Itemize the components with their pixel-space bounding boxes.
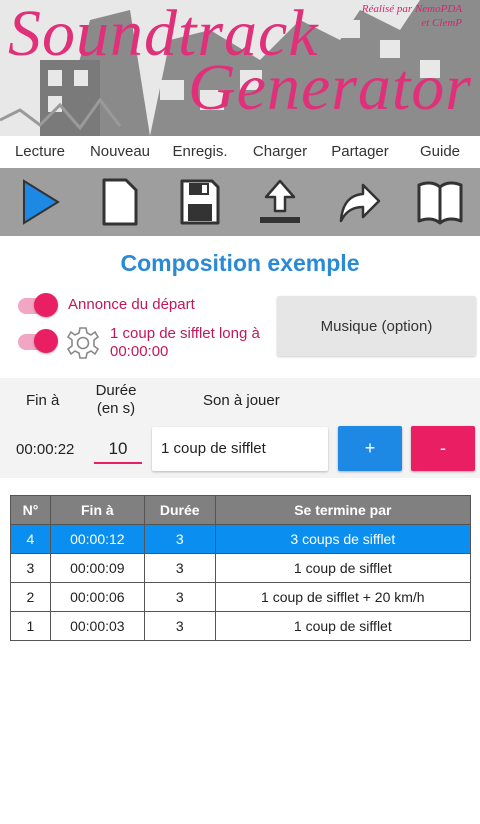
menu-item-charger[interactable]: Charger — [240, 136, 320, 168]
load-button[interactable] — [240, 168, 320, 236]
sifflet-label: 1 coup de sifflet long à 00:00:00 — [110, 325, 260, 360]
share-button[interactable] — [320, 168, 400, 236]
col-header-termine: Se termine par — [214, 495, 472, 525]
table-row[interactable]: 4 00:00:12 3 3 coups de sifflet — [10, 524, 472, 554]
add-button[interactable]: + — [338, 426, 402, 471]
son-select[interactable]: 1 coup de sifflet — [152, 427, 328, 471]
cell-number: 4 — [10, 524, 51, 554]
cell-duree: 3 — [143, 524, 216, 554]
credit-line-2: et ClemP — [421, 17, 462, 29]
cell-number: 2 — [10, 582, 51, 612]
col-header-number: N° — [10, 495, 51, 525]
new-button[interactable] — [80, 168, 160, 236]
menu-item-partager[interactable]: Partager — [320, 136, 400, 168]
share-icon — [339, 183, 381, 223]
son-header: Son à jouer — [203, 392, 280, 409]
fin-header: Fin à — [26, 392, 60, 409]
announce-label: Annonce du départ — [68, 296, 195, 313]
duree-input[interactable] — [94, 436, 142, 464]
toolbar — [0, 168, 480, 236]
col-header-duree: Durée — [143, 495, 216, 525]
save-icon — [180, 179, 220, 225]
cell-fin: 00:00:03 — [49, 611, 145, 641]
sifflet-toggle[interactable] — [18, 329, 58, 353]
toggle-thumb — [34, 329, 58, 353]
menu-item-guide[interactable]: Guide — [400, 136, 480, 168]
announce-toggle[interactable] — [18, 293, 58, 317]
menu-bar: Lecture Nouveau Enregis. Charger Partage… — [0, 136, 480, 168]
save-button[interactable] — [160, 168, 240, 236]
cell-duree: 3 — [143, 611, 216, 641]
menu-item-enregistrer[interactable]: Enregis. — [160, 136, 240, 168]
sequence-table: N° Fin à Durée Se termine par 4 00:00:12… — [10, 495, 472, 641]
play-button[interactable] — [0, 168, 80, 236]
cell-fin: 00:00:09 — [49, 553, 145, 583]
cell-termine: 3 coups de sifflet — [214, 524, 472, 554]
upload-icon — [260, 179, 300, 223]
entry-panel: Fin à Durée (en s) Son à jouer 00:00:22 … — [0, 378, 480, 478]
guide-button[interactable] — [400, 168, 480, 236]
menu-item-nouveau[interactable]: Nouveau — [80, 136, 160, 168]
col-header-fin: Fin à — [49, 495, 145, 525]
app-title-line-2: Generator — [188, 51, 472, 124]
cell-duree: 3 — [143, 582, 216, 612]
remove-button[interactable]: - — [411, 426, 475, 471]
cell-fin: 00:00:12 — [49, 524, 145, 554]
play-icon — [23, 179, 60, 225]
cell-fin: 00:00:06 — [49, 582, 145, 612]
credits: Réalisé par NemoPDA et ClemP — [362, 2, 462, 30]
duree-header: Durée (en s) — [95, 382, 137, 417]
cell-duree: 3 — [143, 553, 216, 583]
table-row[interactable]: 1 00:00:03 3 1 coup de sifflet — [10, 611, 472, 641]
table-row[interactable]: 2 00:00:06 3 1 coup de sifflet + 20 km/h — [10, 582, 472, 612]
book-icon — [417, 181, 463, 225]
cell-termine: 1 coup de sifflet — [214, 553, 472, 583]
fin-value: 00:00:22 — [16, 441, 75, 458]
table-row[interactable]: 3 00:00:09 3 1 coup de sifflet — [10, 553, 472, 583]
gear-icon[interactable] — [66, 326, 100, 360]
cell-termine: 1 coup de sifflet — [214, 611, 472, 641]
credit-line-1: Réalisé par NemoPDA — [361, 3, 462, 15]
app-banner: Réalisé par NemoPDA et ClemP Soundtrack … — [0, 0, 480, 136]
music-button[interactable]: Musique (option) — [277, 296, 476, 356]
new-file-icon — [102, 178, 138, 226]
composition-title: Composition exemple — [120, 250, 360, 276]
cell-number: 3 — [10, 553, 51, 583]
table-header-row: N° Fin à Durée Se termine par — [10, 495, 472, 525]
cell-termine: 1 coup de sifflet + 20 km/h — [214, 582, 472, 612]
menu-item-lecture[interactable]: Lecture — [0, 136, 80, 168]
toggle-thumb — [34, 293, 58, 317]
cell-number: 1 — [10, 611, 51, 641]
